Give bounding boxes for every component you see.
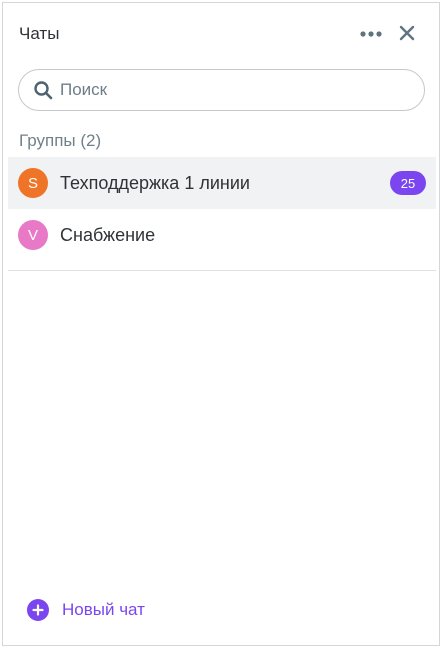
- close-icon: [399, 25, 415, 41]
- panel-title: Чаты: [19, 24, 60, 43]
- search-icon: [32, 79, 54, 101]
- new-chat-label: Новый чат: [62, 600, 145, 619]
- close-button[interactable]: [395, 21, 419, 45]
- new-chat-button[interactable]: Новый чат: [27, 597, 145, 623]
- plus-circle-icon: [27, 599, 49, 621]
- more-horizontal-icon: [360, 31, 382, 37]
- search-box[interactable]: [18, 69, 425, 111]
- panel-header: Чаты: [3, 3, 439, 65]
- search-input[interactable]: [60, 80, 390, 100]
- groups-section-label: Группы (2): [19, 131, 102, 150]
- chat-name: Техподдержка 1 линии: [60, 172, 250, 193]
- chat-list-item[interactable]: V Снабжение: [8, 209, 436, 261]
- chat-list-item[interactable]: S Техподдержка 1 линии 25: [8, 157, 436, 209]
- more-options-button[interactable]: [357, 23, 385, 45]
- list-divider: [8, 270, 436, 271]
- avatar: V: [18, 220, 48, 250]
- chats-panel: Чаты Группы (2) S Техподдержка 1 линии: [2, 2, 440, 646]
- avatar: S: [18, 168, 48, 198]
- chat-name: Снабжение: [60, 224, 156, 245]
- unread-count-badge: 25: [390, 171, 426, 195]
